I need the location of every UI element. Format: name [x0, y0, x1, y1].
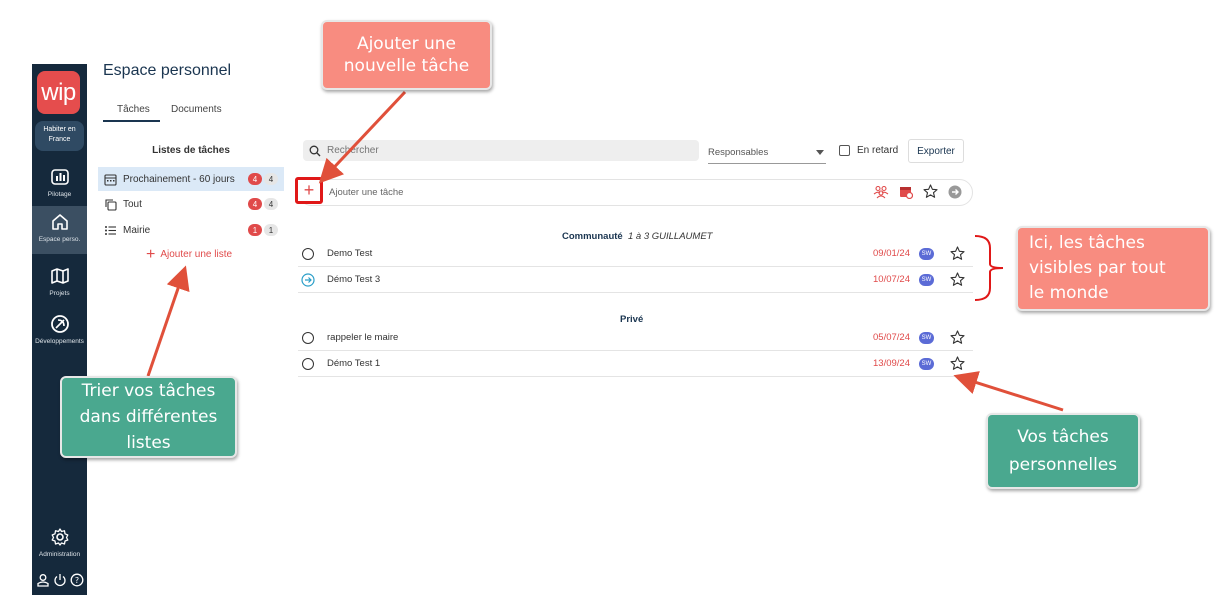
callout-line: listes — [126, 433, 171, 453]
callout-line: Vos tâches — [1017, 427, 1109, 447]
callout-line: Trier vos tâches — [81, 381, 216, 401]
callout-line: Ici, les tâches — [1029, 233, 1145, 253]
callout-line: le monde — [1029, 283, 1109, 303]
callout-line: personnelles — [1008, 455, 1118, 475]
callout-line: nouvelle tâche — [343, 56, 470, 76]
callout-line: Ajouter une — [356, 34, 457, 54]
callout-lists: Trier vos tâches dans différentes listes — [60, 376, 237, 458]
callout-line: dans différentes — [79, 407, 218, 427]
callout-add-task: Ajouter une nouvelle tâche — [321, 20, 492, 90]
callout-visible-tasks: Ici, les tâches visibles par tout le mon… — [1016, 226, 1210, 311]
callout-personal: Vos tâches personnelles — [986, 413, 1140, 489]
callout-line: visibles par tout — [1029, 258, 1166, 278]
